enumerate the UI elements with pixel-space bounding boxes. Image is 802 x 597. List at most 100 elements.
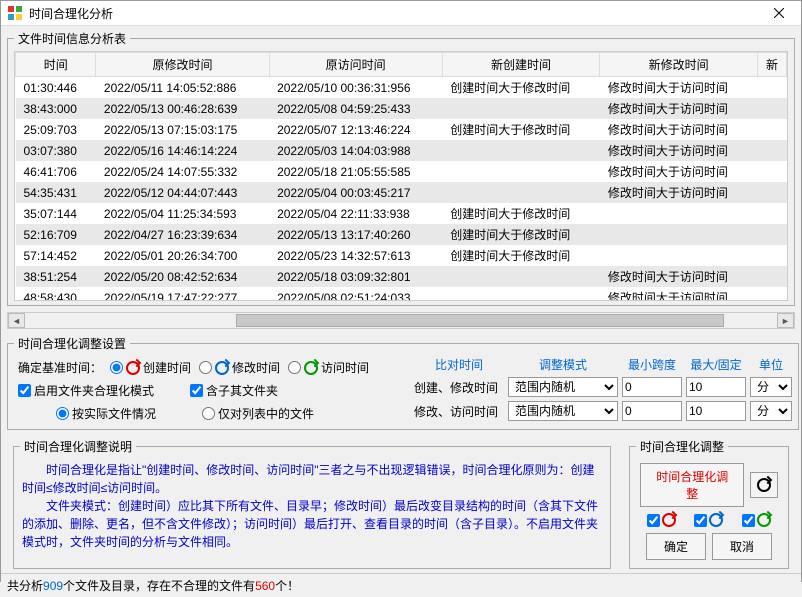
scroll-left-arrow[interactable]: ◄ bbox=[8, 313, 25, 328]
table-cell: 2022/05/11 14:05:52:886 bbox=[96, 77, 269, 99]
table-row[interactable]: 35:07:1442022/05/04 11:25:34:5932022/05/… bbox=[16, 203, 787, 224]
row2-unit-select[interactable]: 分 bbox=[750, 401, 792, 421]
base-time-label: 确定基准时间： bbox=[18, 359, 102, 376]
column-header[interactable]: 原修改时间 bbox=[96, 53, 269, 77]
table-row[interactable]: 01:30:4462022/05/11 14:05:52:8862022/05/… bbox=[16, 77, 787, 99]
row2-mode-select[interactable]: 范围内随机 bbox=[508, 401, 618, 421]
table-cell: 创建时间大于修改时间 bbox=[442, 245, 600, 266]
table-cell: 2022/05/20 08:42:52:634 bbox=[96, 266, 269, 287]
time-analysis-table: 时间原修改时间原访问时间新创建时间新修改时间新 01:30:4462022/05… bbox=[15, 52, 787, 301]
table-cell: 38:43:000 bbox=[16, 98, 96, 119]
row1-max-input[interactable] bbox=[686, 377, 746, 397]
header-unit: 单位 bbox=[750, 356, 792, 373]
access-time-icon bbox=[304, 361, 318, 375]
table-cell: 修改时间大于访问时间 bbox=[600, 287, 758, 301]
table-cell: 2022/05/13 00:46:28:639 bbox=[96, 98, 269, 119]
close-button[interactable] bbox=[759, 1, 799, 25]
table-legend: 文件时间信息分析表 bbox=[14, 30, 130, 47]
ok-button[interactable]: 确定 bbox=[646, 533, 706, 560]
row1-label: 创建、修改时间 bbox=[414, 379, 504, 396]
radio-create-time[interactable]: 创建时间 bbox=[110, 359, 191, 376]
table-cell bbox=[442, 266, 600, 287]
header-mode: 调整模式 bbox=[508, 356, 618, 373]
table-cell bbox=[757, 161, 786, 182]
table-cell: 2022/05/04 22:11:33:938 bbox=[269, 203, 442, 224]
table-cell: 38:51:254 bbox=[16, 266, 96, 287]
adjust-main-button[interactable]: 时间合理化调整 bbox=[640, 463, 744, 507]
table-cell: 52:16:709 bbox=[16, 224, 96, 245]
table-cell: 创建时间大于修改时间 bbox=[442, 119, 600, 140]
header-max: 最大/固定 bbox=[686, 356, 746, 373]
table-cell: 2022/05/03 14:04:03:988 bbox=[269, 140, 442, 161]
table-row[interactable]: 38:51:2542022/05/20 08:42:52:6342022/05/… bbox=[16, 266, 787, 287]
row1-mode-select[interactable]: 范围内随机 bbox=[508, 377, 618, 397]
table-row[interactable]: 25:09:7032022/05/13 07:15:03:1752022/05/… bbox=[16, 119, 787, 140]
table-cell: 03:07:380 bbox=[16, 140, 96, 161]
column-header[interactable]: 原访问时间 bbox=[269, 53, 442, 77]
table-row[interactable]: 48:58:4302022/05/19 17:47:22:2772022/05/… bbox=[16, 287, 787, 301]
radio-actual-files[interactable]: 按实际文件情况 bbox=[56, 405, 156, 422]
adjust-legend: 时间合理化调整 bbox=[636, 438, 728, 455]
scrollbar-thumb[interactable] bbox=[236, 314, 725, 327]
column-header[interactable]: 新创建时间 bbox=[442, 53, 600, 77]
column-header[interactable]: 新修改时间 bbox=[600, 53, 758, 77]
scroll-right-arrow[interactable]: ► bbox=[777, 313, 794, 328]
check-access[interactable] bbox=[742, 513, 771, 527]
table-cell bbox=[442, 287, 600, 301]
table-cell: 54:35:431 bbox=[16, 182, 96, 203]
table-cell: 创建时间大于修改时间 bbox=[442, 224, 600, 245]
column-header[interactable]: 新 bbox=[757, 53, 786, 77]
table-cell: 创建时间大于修改时间 bbox=[442, 77, 600, 99]
table-row[interactable]: 03:07:3802022/05/16 14:46:14:2242022/05/… bbox=[16, 140, 787, 161]
header-compare: 比对时间 bbox=[414, 356, 504, 373]
explain-legend: 时间合理化调整说明 bbox=[20, 438, 136, 455]
table-cell: 修改时间大于访问时间 bbox=[600, 98, 758, 119]
row2-min-input[interactable] bbox=[622, 401, 682, 421]
radio-access-time[interactable]: 访问时间 bbox=[288, 359, 369, 376]
explain-p1: 时间合理化是指让"创建时间、修改时间、访问时间"三者之与不出现逻辑错误，时间合理… bbox=[22, 461, 602, 497]
table-cell: 修改时间大于访问时间 bbox=[600, 77, 758, 99]
table-cell: 2022/05/04 11:25:34:593 bbox=[96, 203, 269, 224]
table-cell: 2022/05/13 13:17:40:260 bbox=[269, 224, 442, 245]
radio-modify-time[interactable]: 修改时间 bbox=[199, 359, 280, 376]
table-cell bbox=[442, 182, 600, 203]
horizontal-scrollbar[interactable]: ◄ ► bbox=[7, 312, 795, 329]
cancel-button[interactable]: 取消 bbox=[712, 533, 772, 560]
table-row[interactable]: 57:14:4522022/05/01 20:26:34:7002022/05/… bbox=[16, 245, 787, 266]
modify-icon bbox=[709, 513, 723, 527]
table-row[interactable]: 46:41:7062022/05/24 14:07:55:3322022/05/… bbox=[16, 161, 787, 182]
table-cell bbox=[442, 140, 600, 161]
refresh-button[interactable] bbox=[750, 472, 778, 498]
table-cell: 2022/05/12 04:44:07:443 bbox=[96, 182, 269, 203]
table-cell: 25:09:703 bbox=[16, 119, 96, 140]
table-cell: 2022/05/23 14:32:57:613 bbox=[269, 245, 442, 266]
checkbox-folder-mode[interactable]: 启用文件夹合理化模式 bbox=[18, 382, 154, 399]
settings-fieldset: 时间合理化调整设置 确定基准时间： 创建时间 修改时间 访问时间 启用文件夹合理… bbox=[7, 335, 799, 430]
table-row[interactable]: 52:16:7092022/04/27 16:23:39:6342022/05/… bbox=[16, 224, 787, 245]
table-cell: 创建时间大于修改时间 bbox=[442, 203, 600, 224]
check-create[interactable] bbox=[647, 513, 676, 527]
create-time-icon bbox=[126, 361, 140, 375]
check-modify[interactable] bbox=[694, 513, 723, 527]
table-cell: 57:14:452 bbox=[16, 245, 96, 266]
row1-min-input[interactable] bbox=[622, 377, 682, 397]
explain-p2: 文件夹模式：创建时间）应比其下所有文件、目录早；修改时间）最后改变目录结构的时间… bbox=[22, 497, 602, 551]
table-row[interactable]: 54:35:4312022/05/12 04:44:07:4432022/05/… bbox=[16, 182, 787, 203]
table-row[interactable]: 38:43:0002022/05/13 00:46:28:6392022/05/… bbox=[16, 98, 787, 119]
column-header[interactable]: 时间 bbox=[16, 53, 96, 77]
adjust-fieldset: 时间合理化调整 时间合理化调整 确定 取消 bbox=[629, 438, 789, 569]
table-cell: 2022/05/08 04:59:25:433 bbox=[269, 98, 442, 119]
settings-legend: 时间合理化调整设置 bbox=[14, 335, 130, 352]
table-cell: 2022/05/01 20:26:34:700 bbox=[96, 245, 269, 266]
refresh-icon bbox=[757, 478, 771, 492]
table-cell: 48:58:430 bbox=[16, 287, 96, 301]
table-cell bbox=[757, 182, 786, 203]
table-cell: 2022/05/18 21:05:55:585 bbox=[269, 161, 442, 182]
table-fieldset: 文件时间信息分析表 时间原修改时间原访问时间新创建时间新修改时间新 01:30:… bbox=[7, 30, 795, 306]
app-icon bbox=[7, 5, 23, 21]
table-cell: 2022/05/18 03:09:32:801 bbox=[269, 266, 442, 287]
row2-max-input[interactable] bbox=[686, 401, 746, 421]
checkbox-include-subfolders[interactable]: 含子其文件夹 bbox=[190, 382, 278, 399]
radio-listed-files[interactable]: 仅对列表中的文件 bbox=[202, 405, 314, 422]
row1-unit-select[interactable]: 分 bbox=[750, 377, 792, 397]
